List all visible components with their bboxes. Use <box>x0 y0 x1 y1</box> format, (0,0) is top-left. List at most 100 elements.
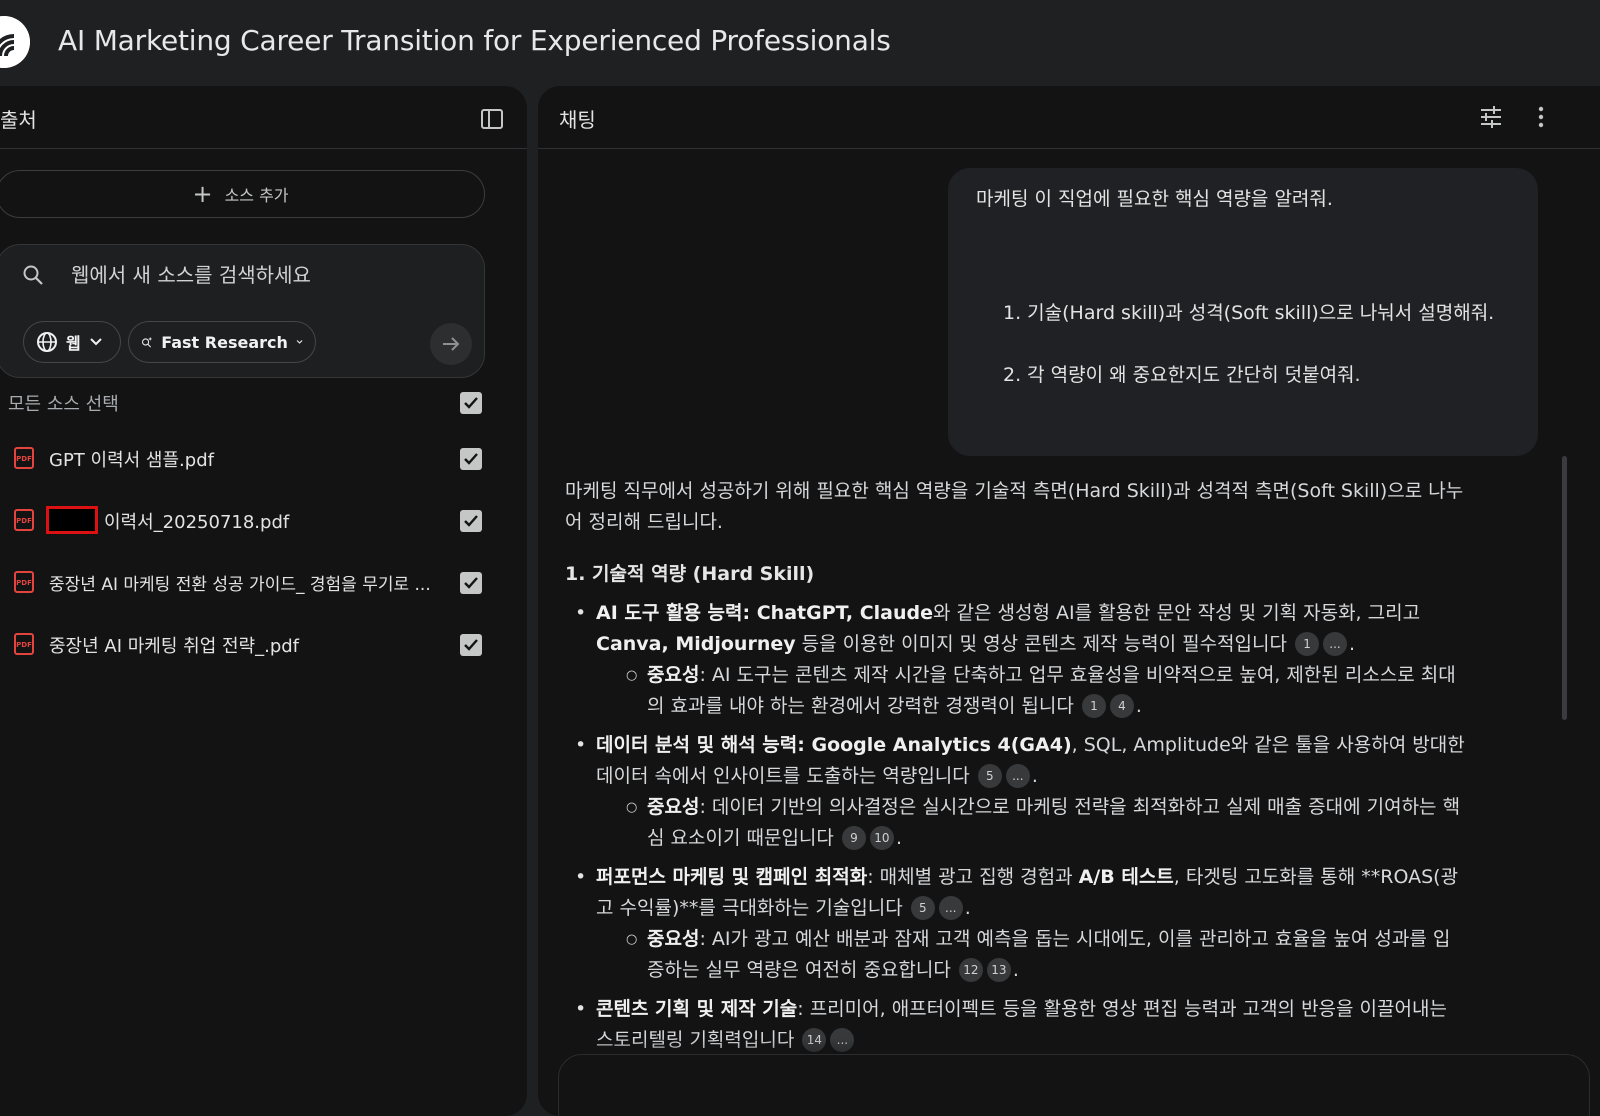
source-name: 중장년 AI 마케팅 취업 전략_.pdf <box>49 636 300 657</box>
importance-text: : AI가 광고 예산 배분과 잠재 고객 예측을 돕는 시대에도, 이를 관리… <box>647 928 1451 981</box>
checkmark-icon <box>464 453 478 465</box>
chat-panel-title: 채팅 <box>559 108 596 132</box>
source-checkbox[interactable] <box>460 448 482 470</box>
source-item[interactable]: PDF 중장년 AI 마케팅 취업 전략_.pdf <box>0 620 527 670</box>
list-item: 중요성: AI 도구는 콘텐츠 제작 시간을 단축하고 업무 효율성을 비약적으… <box>596 660 1465 722</box>
bullet-text: 등을 이용한 이미지 및 영상 콘텐츠 제작 능력이 필수적입니다 <box>795 633 1287 655</box>
add-source-button[interactable]: + 소스 추가 <box>0 170 485 218</box>
source-checkbox[interactable] <box>460 510 482 532</box>
citation-chip[interactable]: 10 <box>869 826 894 850</box>
citation-more-chip[interactable]: ... <box>938 896 963 920</box>
chat-header-divider <box>538 148 1600 149</box>
citation-chip[interactable]: 5 <box>977 764 1002 788</box>
user-message-item: 2. 각 역량이 왜 중요한지도 간단히 덧붙여줘. <box>1003 364 1361 386</box>
citation-chip[interactable]: 5 <box>910 896 935 920</box>
importance-label: 중요성 <box>647 796 700 818</box>
research-chip-label: Fast Research <box>161 332 288 352</box>
user-message-line: 마케팅 이 직업에 필요한 핵심 역량을 알려줘. <box>976 188 1333 210</box>
bullet-title: AI 도구 활용 능력 <box>596 602 743 624</box>
importance-text: : AI 도구는 콘텐츠 제작 시간을 단축하고 업무 효율성을 비약적으로 높… <box>647 664 1456 717</box>
plus-icon: + <box>192 180 213 208</box>
user-message-item: 1. 기술(Hard skill)과 성격(Soft skill)으로 나눠서 … <box>1003 302 1495 324</box>
chevron-down-icon <box>90 338 102 346</box>
citation-more-chip[interactable]: ... <box>1005 764 1030 788</box>
citation-more-chip[interactable]: ... <box>1323 632 1348 656</box>
bullet-title: 퍼포먼스 마케팅 및 캠페인 최적화 <box>596 866 868 888</box>
source-name: 중장년 AI 마케팅 전환 성공 가이드_ 경험을 무기로 ... <box>49 575 431 595</box>
svg-text:PDF: PDF <box>16 579 32 587</box>
bullet-emphasis: Canva, Midjourney <box>596 633 796 655</box>
web-chip-label: 웹 <box>66 334 81 353</box>
panel-collapse-icon[interactable] <box>479 106 505 132</box>
importance-text: : 데이터 기반의 의사결정은 실시간으로 마케팅 전략을 최적화하고 실제 매… <box>647 796 1461 849</box>
bullet-emphasis: Google Analytics 4(GA4) <box>811 734 1072 756</box>
redaction-box <box>46 506 98 534</box>
bullet-text: : 매체별 광고 집행 경험과 <box>867 866 1079 888</box>
importance-label: 중요성 <box>647 928 700 950</box>
top-bar: AI Marketing Career Transition for Exper… <box>0 0 1600 86</box>
chat-composer[interactable] <box>558 1054 1590 1116</box>
source-item[interactable]: PDF GPT 이력서 샘플.pdf <box>0 434 527 484</box>
search-input[interactable] <box>69 257 473 293</box>
assistant-response: 마케팅 직무에서 성공하기 위해 필요한 핵심 역량을 기술적 측면(Hard … <box>565 476 1465 1064</box>
sparkle-search-icon <box>142 336 153 348</box>
citation-chip[interactable]: 12 <box>958 958 983 982</box>
tune-settings-icon[interactable] <box>1478 104 1504 130</box>
source-checkbox[interactable] <box>460 572 482 594</box>
svg-text:PDF: PDF <box>16 455 32 463</box>
search-icon <box>23 265 43 285</box>
web-source-search: 웹 Fast Research <box>0 244 485 378</box>
user-message-bubble: 마케팅 이 직업에 필요한 핵심 역량을 알려줘. 1. 기술(Hard ski… <box>948 168 1538 456</box>
submit-search-button[interactable] <box>430 323 472 365</box>
sub-list: 중요성: AI가 광고 예산 배분과 잠재 고객 예측을 돕는 시대에도, 이를… <box>596 924 1465 986</box>
checkmark-icon <box>464 397 478 409</box>
list-item: 데이터 분석 및 해석 능력: Google Analytics 4(GA4),… <box>565 730 1465 854</box>
pdf-icon: PDF <box>14 447 34 469</box>
bullet-emphasis: A/B 테스트 <box>1078 866 1174 888</box>
chat-scrollbar[interactable] <box>1562 456 1567 720</box>
hard-skill-list: AI 도구 활용 능력: ChatGPT, Claude와 같은 생성형 AI를… <box>565 598 1465 1056</box>
bullet-title: 콘텐츠 기획 및 제작 기술 <box>596 998 798 1020</box>
list-item: 중요성: 데이터 기반의 의사결정은 실시간으로 마케팅 전략을 최적화하고 실… <box>596 792 1465 854</box>
citation-chip[interactable]: 1 <box>1081 694 1106 718</box>
source-name: GPT 이력서 샘플.pdf <box>49 450 214 471</box>
more-vert-icon[interactable] <box>1528 104 1554 130</box>
citation-chip[interactable]: 4 <box>1109 694 1134 718</box>
chevron-down-icon <box>296 340 303 344</box>
notebook-title[interactable]: AI Marketing Career Transition for Exper… <box>58 24 891 57</box>
research-mode-dropdown[interactable]: Fast Research <box>128 321 316 363</box>
checkmark-icon <box>464 577 478 589</box>
svg-text:PDF: PDF <box>16 641 32 649</box>
notebook-logo-icon[interactable] <box>0 16 30 68</box>
citation-chip[interactable]: 1 <box>1295 632 1320 656</box>
chat-panel: 채팅 마케팅 이 직업에 필요한 핵심 역량을 알려줘. 1. 기술(Hard … <box>538 86 1600 1116</box>
citation-chip[interactable]: 13 <box>986 958 1011 982</box>
bullet-emphasis: ChatGPT, Claude <box>756 602 933 624</box>
pdf-icon: PDF <box>14 571 34 593</box>
list-item: AI 도구 활용 능력: ChatGPT, Claude와 같은 생성형 AI를… <box>565 598 1465 722</box>
source-name: 이력서_20250718.pdf <box>104 512 290 533</box>
citation-chip[interactable]: 9 <box>841 826 866 850</box>
select-all-label: 모든 소스 선택 <box>8 394 119 415</box>
response-section-heading: 1. 기술적 역량 (Hard Skill) <box>565 563 815 585</box>
web-source-dropdown[interactable]: 웹 <box>23 321 121 363</box>
sources-panel-title: 출처 <box>0 108 37 132</box>
bullet-text: 와 같은 생성형 AI를 활용한 문안 작성 및 기획 자동화, 그리고 <box>933 602 1421 624</box>
source-checkbox[interactable] <box>460 634 482 656</box>
select-all-checkbox[interactable] <box>460 392 482 414</box>
sources-header-divider <box>0 148 527 149</box>
arrow-right-icon <box>443 337 460 351</box>
source-item[interactable]: PDF 이력서_20250718.pdf <box>0 496 527 546</box>
sources-panel: 출처 + 소스 추가 웹에서 새 소스를 검색하세요 웹 Fast Resear… <box>0 86 527 1116</box>
sub-list: 중요성: AI 도구는 콘텐츠 제작 시간을 단축하고 업무 효율성을 비약적으… <box>596 660 1465 722</box>
bullet-title: 데이터 분석 및 해석 능력 <box>596 734 798 756</box>
response-intro: 마케팅 직무에서 성공하기 위해 필요한 핵심 역량을 기술적 측면(Hard … <box>565 480 1464 533</box>
source-item[interactable]: PDF 중장년 AI 마케팅 전환 성공 가이드_ 경험을 무기로 ... <box>0 558 527 608</box>
list-item: 중요성: AI가 광고 예산 배분과 잠재 고객 예측을 돕는 시대에도, 이를… <box>596 924 1465 986</box>
importance-label: 중요성 <box>647 664 700 686</box>
pdf-icon: PDF <box>14 633 34 655</box>
globe-icon <box>37 332 57 352</box>
svg-text:PDF: PDF <box>16 517 32 525</box>
sub-list: 중요성: 데이터 기반의 의사결정은 실시간으로 마케팅 전략을 최적화하고 실… <box>596 792 1465 854</box>
list-item: 퍼포먼스 마케팅 및 캠페인 최적화: 매체별 광고 집행 경험과 A/B 테스… <box>565 862 1465 986</box>
